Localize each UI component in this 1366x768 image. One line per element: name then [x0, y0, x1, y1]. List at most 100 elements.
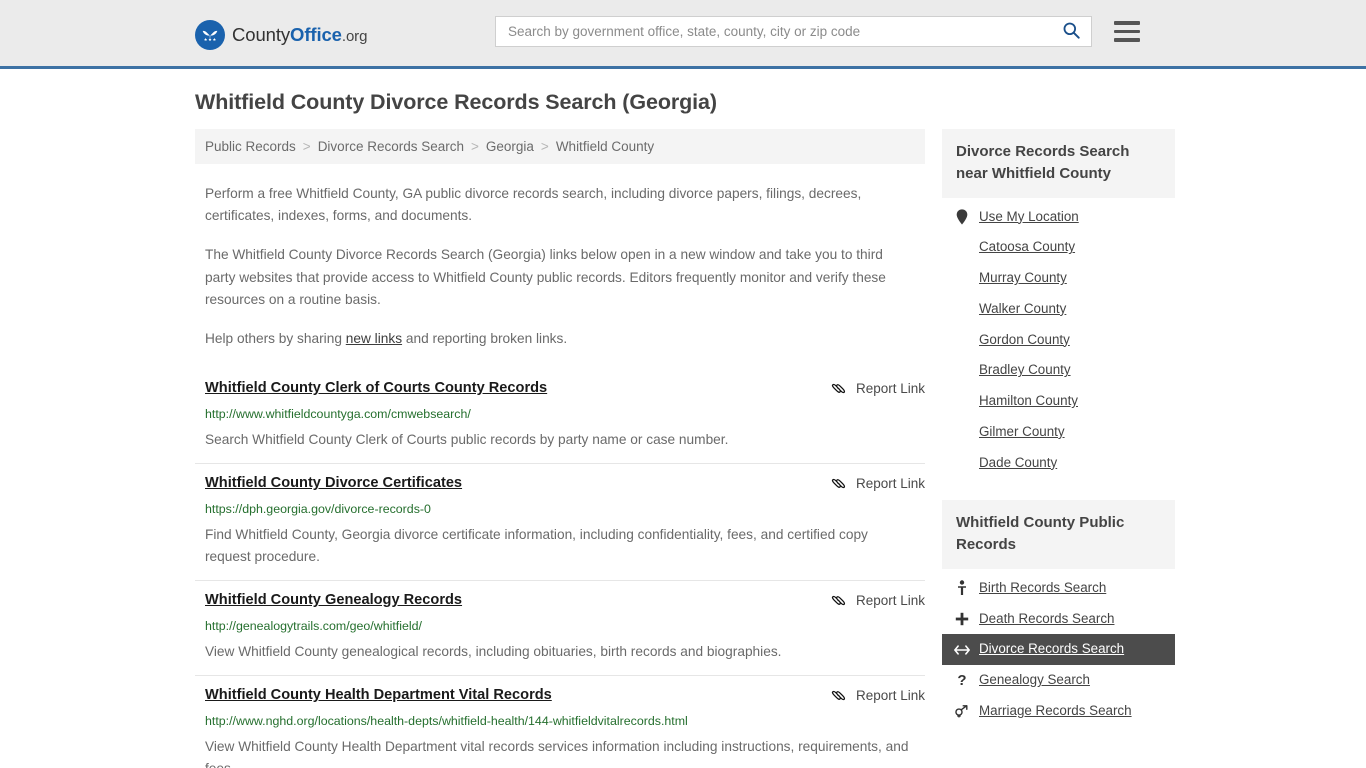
breadcrumb: Public Records > Divorce Records Search > Ge… [195, 129, 925, 164]
hamburger-bar [1114, 38, 1140, 42]
sidebar-item-label: Dade County [979, 454, 1058, 470]
result-title-link[interactable]: Whitfield County Clerk of Courts County … [205, 379, 547, 399]
sidebar: Divorce Records Search near Whitfield Co… [942, 129, 1175, 768]
search-button[interactable] [1060, 21, 1083, 43]
result-url[interactable]: http://www.whitfieldcountyga.com/cmwebse… [205, 406, 925, 422]
sidebar-nearby-list: Use My Location Catoosa County Murray Coun… [942, 198, 1175, 479]
results-list: Whitfield County Clerk of Courts County … [195, 369, 925, 768]
main-column: Public Records > Divorce Records Search > Ge… [195, 129, 925, 768]
result-title-link[interactable]: Whitfield County Divorce Certificates [205, 474, 462, 494]
sidebar-nearby-item-use-my-location[interactable]: Use My Location [942, 202, 1175, 233]
sidebar-public-records-list: Birth Records Search Death Records Search… [942, 569, 1175, 727]
intro-p3-suffix: and reporting broken links. [402, 330, 568, 346]
question-mark-icon: ? [957, 672, 967, 690]
intro-text: Perform a free Whitfield County, GA publ… [195, 183, 925, 350]
new-links-link[interactable]: new links [346, 331, 402, 346]
page-title: Whitfield County Divorce Records Search … [195, 90, 717, 114]
report-link-button[interactable]: Report Link [830, 686, 925, 704]
sidebar-item-label: Use My Location [979, 208, 1079, 224]
report-link-button[interactable]: Report Link [830, 379, 925, 397]
result-header: Whitfield County Clerk of Courts County … [205, 379, 925, 399]
eagle-shield-logo-icon [195, 20, 225, 50]
result-header: Whitfield County Genealogy Records Report… [205, 591, 925, 611]
result-title-link[interactable]: Whitfield County Health Department Vital… [205, 686, 552, 706]
result-title-link[interactable]: Whitfield County Genealogy Records [205, 591, 462, 611]
double-arrow-icon [954, 644, 970, 656]
sidebar-record-item-genealogy-search[interactable]: ? Genealogy Search [942, 665, 1175, 696]
intro-paragraph-2: The Whitfield County Divorce Records Sea… [205, 247, 886, 307]
hamburger-menu-icon[interactable] [1114, 21, 1140, 42]
intro-paragraph-3: Help others by sharing new links and rep… [205, 328, 917, 350]
page-container: Whitfield County Divorce Records Search … [0, 90, 1366, 768]
report-link-button[interactable]: Report Link [830, 474, 925, 492]
sidebar-item-label: Gilmer County [979, 423, 1065, 439]
sidebar-record-item-birth-records-search[interactable]: Birth Records Search [942, 573, 1175, 604]
breadcrumb-separator: > [471, 139, 479, 154]
logo-text-office: Office [290, 24, 342, 45]
sidebar-item-label: Death Records Search [979, 610, 1115, 626]
sidebar-item-label: Marriage Records Search [979, 702, 1132, 718]
sidebar-record-item-marriage-records-search[interactable]: Marriage Records Search [942, 696, 1175, 727]
sidebar-public-records-heading: Whitfield County Public Records [942, 500, 1175, 569]
site-logo[interactable]: CountyOffice.org [195, 20, 367, 50]
broken-link-icon [830, 475, 847, 492]
report-link-label: Report Link [855, 688, 925, 704]
result-description: View Whitfield County genealogical recor… [205, 644, 782, 660]
result-url[interactable]: https://dph.georgia.gov/divorce-records-… [205, 501, 925, 517]
site-header: CountyOffice.org [0, 0, 1366, 69]
hamburger-bar [1114, 21, 1140, 25]
content-columns: Public Records > Divorce Records Search > Ge… [195, 129, 1175, 768]
result-description: View Whitfield County Health Department … [205, 739, 909, 768]
sidebar-nearby-item-gilmer-county[interactable]: Gilmer County [942, 417, 1175, 448]
intro-paragraph-1: Perform a free Whitfield County, GA publ… [205, 186, 862, 224]
breadcrumb-item[interactable]: Public Records [205, 139, 296, 154]
result-url[interactable]: http://www.nghd.org/locations/health-dep… [205, 713, 925, 729]
gender-symbols-icon [954, 704, 970, 718]
sidebar-item-label: Bradley County [979, 362, 1071, 378]
sidebar-nearby-item-dade-county[interactable]: Dade County [942, 448, 1175, 479]
breadcrumb-item[interactable]: Divorce Records Search [318, 139, 464, 154]
intro-p3-prefix: Help others by sharing [205, 330, 346, 346]
sidebar-item-label: Hamilton County [979, 393, 1078, 409]
sidebar-record-item-divorce-records-search[interactable]: Divorce Records Search [942, 634, 1175, 666]
search-box[interactable] [495, 16, 1092, 47]
broken-link-icon [830, 592, 847, 609]
breadcrumb-separator: > [540, 139, 549, 154]
result-item: Whitfield County Health Department Vital… [195, 675, 925, 768]
breadcrumb-item[interactable]: Whitfield County [556, 139, 654, 154]
map-pin-icon [954, 209, 970, 225]
sidebar-nearby-item-bradley-county[interactable]: Bradley County [942, 355, 1175, 386]
logo-text-org: .org [341, 28, 368, 45]
report-link-label: Report Link [855, 381, 925, 397]
sidebar-block-public-records: Whitfield County Public Records Birth Re… [942, 500, 1175, 726]
sidebar-item-label: Birth Records Search [979, 579, 1107, 595]
report-link-label: Report Link [855, 593, 925, 609]
sidebar-nearby-item-gordon-county[interactable]: Gordon County [942, 325, 1175, 356]
sidebar-item-label: Divorce Records Search [979, 641, 1125, 657]
result-description: Search Whitfield County Clerk of Courts … [205, 431, 729, 447]
report-link-button[interactable]: Report Link [830, 591, 925, 609]
breadcrumb-item[interactable]: Georgia [486, 139, 534, 154]
search-area [495, 16, 1140, 47]
sidebar-block-nearby: Divorce Records Search near Whitfield Co… [942, 129, 1175, 478]
logo-text-county: County [232, 24, 291, 45]
sidebar-nearby-item-hamilton-county[interactable]: Hamilton County [942, 386, 1175, 417]
result-item: Whitfield County Divorce Certificates Rep… [195, 463, 925, 580]
sidebar-record-item-death-records-search[interactable]: Death Records Search [942, 604, 1175, 635]
sidebar-nearby-item-catoosa-county[interactable]: Catoosa County [942, 232, 1175, 263]
result-item: Whitfield County Clerk of Courts County … [195, 369, 925, 463]
sidebar-nearby-item-walker-county[interactable]: Walker County [942, 294, 1175, 325]
sidebar-item-label: Murray County [979, 270, 1067, 286]
search-input[interactable] [506, 23, 1060, 40]
broken-link-icon [830, 687, 847, 704]
sidebar-nearby-item-murray-county[interactable]: Murray County [942, 263, 1175, 294]
sidebar-item-label: Walker County [979, 300, 1067, 316]
result-item: Whitfield County Genealogy Records Report… [195, 580, 925, 675]
result-url[interactable]: http://genealogytrails.com/geo/whitfield… [205, 618, 925, 634]
result-header: Whitfield County Divorce Certificates Rep… [205, 474, 925, 494]
sidebar-item-label: Gordon County [979, 331, 1070, 347]
sidebar-item-label: Catoosa County [979, 239, 1076, 255]
sidebar-item-label: Genealogy Search [979, 672, 1090, 688]
hamburger-bar [1114, 29, 1140, 34]
logo-text: CountyOffice.org [232, 24, 367, 46]
